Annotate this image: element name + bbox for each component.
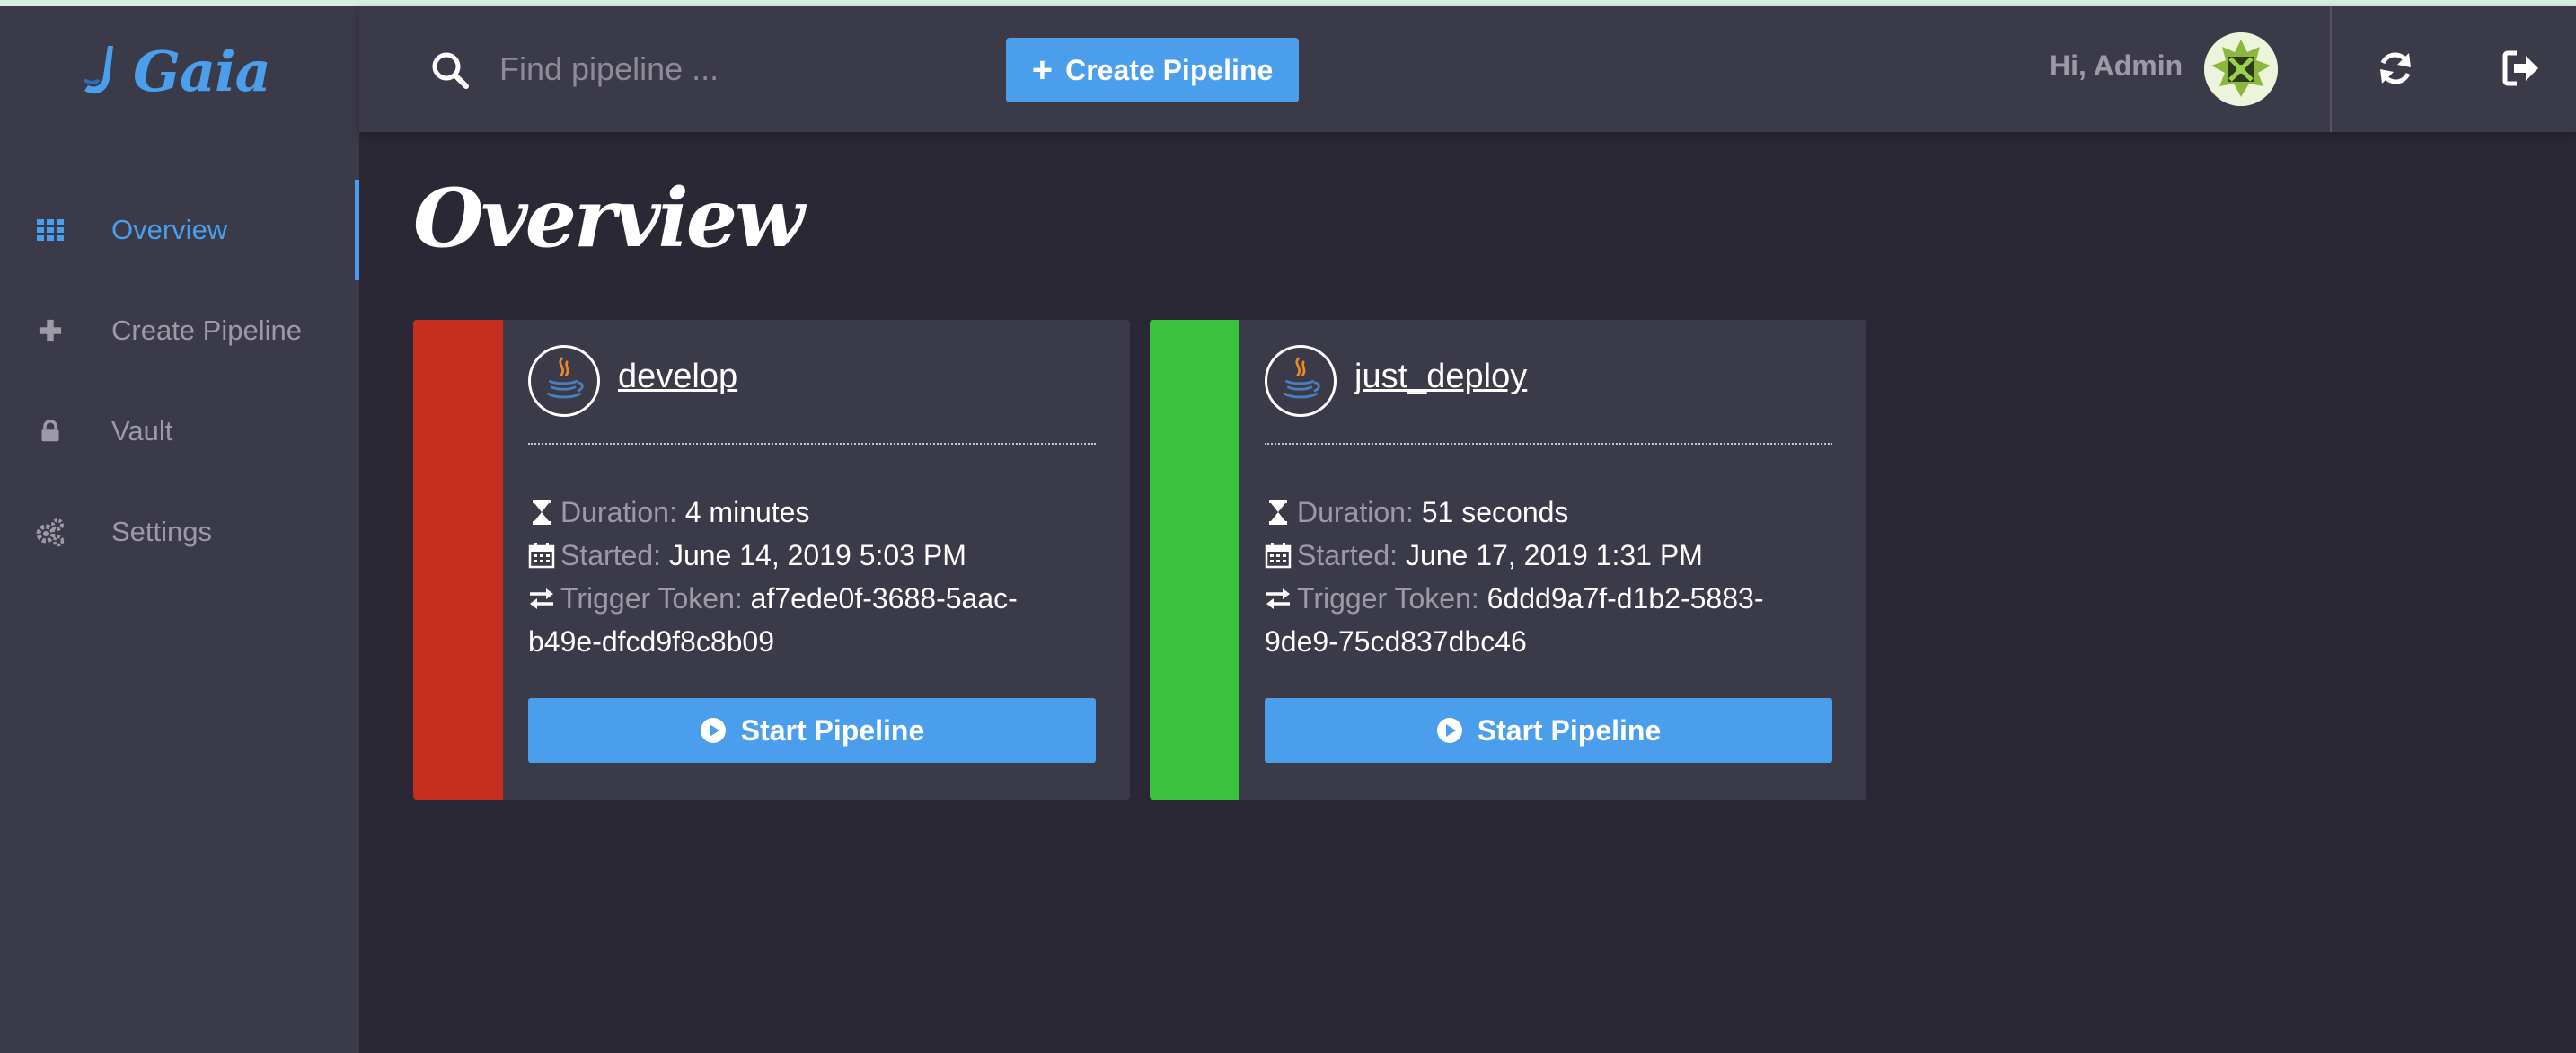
window-top-strip (0, 0, 2576, 6)
pipeline-name-link[interactable]: just_deploy (1354, 358, 1527, 396)
page-title: Overview (413, 171, 805, 266)
logout-icon[interactable] (2501, 48, 2542, 89)
pipeline-card: develop Duration: 4 minutes Started: Jun… (413, 320, 1130, 800)
card-divider (1265, 443, 1832, 445)
duration-row: Duration: 4 minutes (528, 491, 1094, 534)
gears-icon (34, 516, 66, 548)
java-icon (528, 345, 600, 417)
hourglass-icon (1269, 500, 1287, 525)
duration-value: 51 seconds (1421, 496, 1569, 528)
create-pipeline-label: Create Pipeline (1065, 53, 1274, 86)
started-value: June 14, 2019 5:03 PM (668, 539, 966, 571)
top-header: + Create Pipeline Hi, Admin (359, 6, 2576, 132)
exchange-icon (530, 588, 553, 609)
sidebar: Gaia Overview Create Pipeline Vault Sett… (0, 6, 359, 1053)
started-row: Started: June 14, 2019 5:03 PM (528, 534, 1094, 577)
app-logo[interactable]: Gaia (81, 35, 271, 107)
create-pipeline-button[interactable]: + Create Pipeline (1006, 38, 1299, 102)
pipeline-card: just_deploy Duration: 51 seconds Started… (1150, 320, 1866, 800)
plus-icon: + (1031, 50, 1054, 90)
sidebar-item-create-pipeline[interactable]: Create Pipeline (0, 280, 359, 381)
pipeline-status-stripe (413, 320, 503, 800)
java-icon (1265, 345, 1337, 417)
pipeline-name-link[interactable]: develop (618, 358, 737, 396)
grid-icon (34, 214, 66, 246)
trigger-token-row: Trigger Token: 6ddd9a7f-d1b2-5883- 9de9-… (1265, 582, 1764, 658)
lock-icon (34, 415, 66, 447)
start-pipeline-button[interactable]: Start Pipeline (528, 698, 1096, 763)
card-divider (528, 443, 1096, 445)
started-value: June 17, 2019 1:31 PM (1405, 539, 1703, 571)
pipeline-status-stripe (1150, 320, 1239, 800)
trigger-token-value-part1: af7ede0f-3688-5aac- (750, 582, 1018, 615)
started-row: Started: June 17, 2019 1:31 PM (1265, 534, 1831, 577)
trigger-token-value-part1: 6ddd9a7f-d1b2-5883- (1486, 582, 1764, 615)
sidebar-item-vault[interactable]: Vault (0, 381, 359, 482)
logo-text: Gaia (133, 38, 271, 104)
duration-value: 4 minutes (684, 496, 810, 528)
trigger-token-value-part2: b49e-dfcd9f8c8b09 (528, 625, 774, 658)
sidebar-item-label: Overview (111, 214, 228, 245)
user-greeting: Hi, Admin (2050, 49, 2183, 82)
start-pipeline-button[interactable]: Start Pipeline (1265, 698, 1832, 763)
gaia-logo-icon (83, 46, 113, 94)
search-icon[interactable] (429, 49, 471, 91)
trigger-token-value-part2: 9de9-75cd837dbc46 (1265, 625, 1527, 658)
play-circle-icon (1436, 718, 1462, 743)
refresh-icon[interactable] (2375, 48, 2416, 89)
hourglass-icon (533, 500, 551, 525)
duration-row: Duration: 51 seconds (1265, 491, 1831, 534)
sidebar-item-label: Vault (111, 415, 173, 447)
avatar[interactable] (2204, 32, 2278, 106)
trigger-token-row: Trigger Token: af7ede0f-3688-5aac- b49e-… (528, 582, 1018, 658)
sidebar-item-settings[interactable]: Settings (0, 482, 359, 582)
avatar-image (2204, 32, 2278, 106)
sidebar-item-label: Settings (111, 516, 213, 547)
calendar-icon (528, 543, 555, 569)
sidebar-item-overview[interactable]: Overview (0, 180, 359, 280)
play-circle-icon (700, 718, 726, 743)
search-input[interactable] (499, 40, 877, 98)
exchange-icon (1266, 588, 1290, 609)
start-pipeline-label: Start Pipeline (740, 713, 925, 747)
start-pipeline-label: Start Pipeline (1477, 713, 1662, 747)
sidebar-item-label: Create Pipeline (111, 314, 302, 346)
calendar-icon (1265, 543, 1292, 569)
header-divider (2330, 6, 2332, 132)
plus-icon (34, 314, 66, 347)
